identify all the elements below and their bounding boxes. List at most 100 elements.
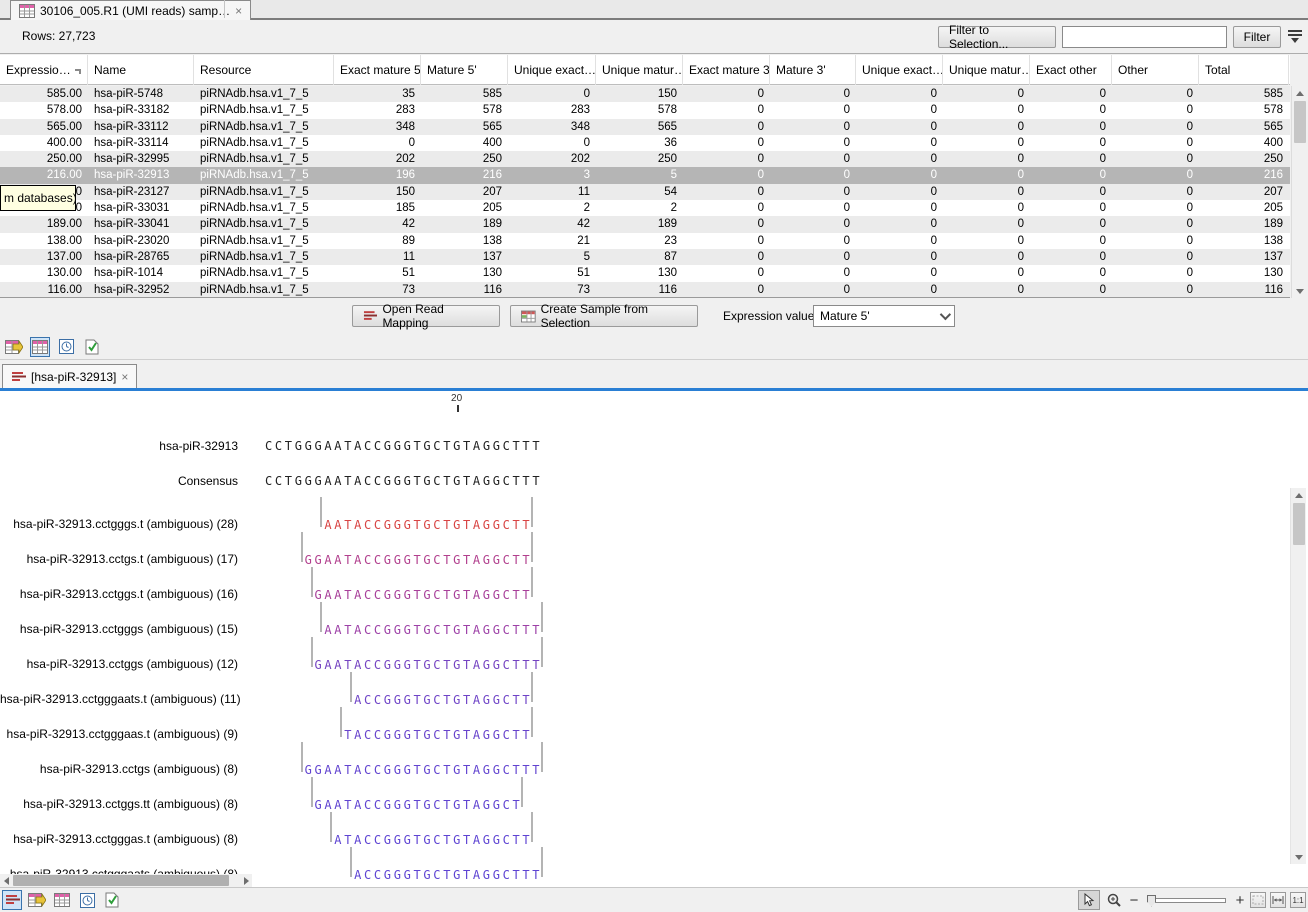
table-row[interactable]: 130.00hsa-piR-1014piRNAdb.hsa.v1_7_55113… xyxy=(0,265,1290,281)
advanced-filter-icon[interactable] xyxy=(1288,30,1302,43)
tab-read-mapping[interactable]: [hsa-piR-32913] × xyxy=(2,364,137,388)
tab-expression-table[interactable]: 30106_005.R1 (UMI reads) samp… × xyxy=(10,0,251,20)
scroll-down-icon[interactable] xyxy=(1291,850,1307,864)
column-header[interactable]: Unique exact… xyxy=(856,55,943,85)
table-row[interactable]: 216.00hsa-piR-32913piRNAdb.hsa.v1_7_5196… xyxy=(0,167,1290,183)
zoom-in-tool-icon[interactable] xyxy=(1104,890,1124,910)
mapping-vertical-scrollbar[interactable] xyxy=(1290,488,1306,864)
close-icon[interactable]: × xyxy=(121,370,128,384)
table-cell: 73 xyxy=(334,282,421,298)
zoom-out-icon[interactable]: − xyxy=(1128,892,1140,909)
table-row[interactable]: 207.00hsa-piR-23127piRNAdb.hsa.v1_7_5150… xyxy=(0,184,1290,200)
read-row[interactable]: hsa-piR-32913.cctggs.tt (ambiguous) (8)G… xyxy=(0,777,1280,812)
open-table-view-icon[interactable] xyxy=(27,890,47,910)
read-label: hsa-piR-32913.cctgggs.t (ambiguous) (28) xyxy=(0,517,250,531)
table-cell: 0 xyxy=(856,249,943,265)
column-header[interactable]: Mature 3' xyxy=(770,55,856,85)
table-row[interactable]: 565.00hsa-piR-33112piRNAdb.hsa.v1_7_5348… xyxy=(0,119,1290,135)
table-row[interactable]: 585.00hsa-piR-5748piRNAdb.hsa.v1_7_53558… xyxy=(0,86,1290,102)
zoom-slider-thumb[interactable] xyxy=(1147,895,1156,907)
table-cell: 0 xyxy=(1030,184,1112,200)
column-header[interactable]: Exact mature 5' xyxy=(334,55,421,85)
table-row[interactable]: 400.00hsa-piR-33114piRNAdb.hsa.v1_7_5040… xyxy=(0,135,1290,151)
history-view-icon[interactable] xyxy=(56,337,76,357)
scroll-up-icon[interactable] xyxy=(1291,488,1307,502)
table-cell: hsa-piR-5748 xyxy=(88,86,194,102)
read-end-bar xyxy=(320,497,322,527)
read-row[interactable]: hsa-piR-32913.cctgggaas.t (ambiguous) (9… xyxy=(0,707,1280,742)
read-row[interactable]: hsa-piR-32913.cctggs (ambiguous) (12)GAA… xyxy=(0,637,1280,672)
table-cell: 0 xyxy=(856,86,943,102)
read-label: hsa-piR-32913.cctgs.t (ambiguous) (17) xyxy=(0,552,250,566)
read-row[interactable]: hsa-piR-32913.cctgggaats.t (ambiguous) (… xyxy=(0,672,1280,707)
column-header[interactable]: Exact other xyxy=(1030,55,1112,85)
scrollbar-thumb[interactable] xyxy=(1293,503,1305,545)
element-info-view-icon[interactable] xyxy=(102,890,122,910)
table-cell: 0 xyxy=(943,265,1030,281)
read-sequence: TACCGGGTGCTGTAGGCTT xyxy=(344,728,532,742)
scroll-left-icon[interactable] xyxy=(0,874,12,887)
read-mapping-view-icon[interactable] xyxy=(2,890,22,910)
table-row[interactable]: 189.00hsa-piR-33041piRNAdb.hsa.v1_7_5421… xyxy=(0,216,1290,232)
read-row[interactable]: hsa-piR-32913.cctgs (ambiguous) (8)GGAAT… xyxy=(0,742,1280,777)
history-view-icon[interactable] xyxy=(77,890,97,910)
read-row[interactable]: hsa-piR-32913.cctgggas.t (ambiguous) (8)… xyxy=(0,812,1280,847)
filter-to-selection-button[interactable]: Filter to Selection... xyxy=(938,26,1056,48)
filter-input[interactable] xyxy=(1062,26,1227,48)
column-header[interactable]: Resource xyxy=(194,55,334,85)
column-header[interactable]: Unique exact… xyxy=(508,55,596,85)
open-table-view-icon[interactable] xyxy=(4,337,24,357)
rows-count-label: Rows: 27,723 xyxy=(22,29,95,43)
scrollbar-thumb[interactable] xyxy=(13,875,229,886)
table-row[interactable]: 116.00hsa-piR-32952piRNAdb.hsa.v1_7_5731… xyxy=(0,282,1290,298)
reference-row[interactable]: hsa-piR-32913 CCTGGGAATACCGGGTGCTGTAGGCT… xyxy=(0,439,1280,455)
table-cell: 0 xyxy=(856,216,943,232)
scroll-up-icon[interactable] xyxy=(1292,86,1308,100)
sort-descending-icon xyxy=(75,69,81,74)
element-info-view-icon[interactable] xyxy=(82,337,102,357)
pointer-tool-icon[interactable] xyxy=(1078,890,1100,910)
scroll-right-icon[interactable] xyxy=(240,874,252,887)
read-end-bar xyxy=(340,707,342,737)
scroll-down-icon[interactable] xyxy=(1292,284,1308,298)
read-label: hsa-piR-32913.cctggs.t (ambiguous) (16) xyxy=(0,587,250,601)
table-cell: 400 xyxy=(421,135,508,151)
read-row[interactable]: hsa-piR-32913.cctgggs.t (ambiguous) (28)… xyxy=(0,497,1280,532)
read-row[interactable]: hsa-piR-32913.cctgggs (ambiguous) (15)AA… xyxy=(0,602,1280,637)
scrollbar-thumb[interactable] xyxy=(1294,101,1306,143)
column-header[interactable]: Other xyxy=(1112,55,1199,85)
zoom-slider[interactable] xyxy=(1148,898,1226,903)
create-sample-button[interactable]: Create Sample from Selection xyxy=(510,305,698,327)
column-header[interactable]: Name xyxy=(88,55,194,85)
table-cell: piRNAdb.hsa.v1_7_5 xyxy=(194,233,334,249)
table-row[interactable]: 138.00hsa-piR-23020piRNAdb.hsa.v1_7_5891… xyxy=(0,233,1290,249)
expression-value-dropdown[interactable]: Mature 5' xyxy=(813,305,955,327)
zoom-in-icon[interactable]: + xyxy=(1234,892,1246,909)
column-header[interactable]: Total xyxy=(1199,55,1289,85)
fit-width-icon[interactable] xyxy=(1270,892,1286,908)
table-cell: 565 xyxy=(596,119,683,135)
zoom-to-selection-icon[interactable] xyxy=(1250,892,1266,908)
table-row[interactable]: 137.00hsa-piR-28765piRNAdb.hsa.v1_7_5111… xyxy=(0,249,1290,265)
table-cell: hsa-piR-28765 xyxy=(88,249,194,265)
read-row[interactable]: hsa-piR-32913.cctggs.t (ambiguous) (16)G… xyxy=(0,567,1280,602)
close-icon[interactable]: × xyxy=(235,4,242,18)
mapping-horizontal-scrollbar[interactable] xyxy=(0,874,252,887)
table-row[interactable]: 205.00hsa-piR-33031piRNAdb.hsa.v1_7_5185… xyxy=(0,200,1290,216)
table-row[interactable]: 578.00hsa-piR-33182piRNAdb.hsa.v1_7_5283… xyxy=(0,102,1290,118)
table-view-icon[interactable] xyxy=(30,337,50,357)
column-header[interactable]: Exact mature 3' xyxy=(683,55,770,85)
one-to-one-zoom-icon[interactable]: 1:1 xyxy=(1290,892,1306,908)
column-header[interactable]: Expressio… xyxy=(0,55,88,85)
table-row[interactable]: 250.00hsa-piR-32995piRNAdb.hsa.v1_7_5202… xyxy=(0,151,1290,167)
consensus-row[interactable]: Consensus CCTGGGAATACCGGGTGCTGTAGGCTTT xyxy=(0,474,1280,490)
open-read-mapping-button[interactable]: Open Read Mapping xyxy=(352,305,500,327)
read-row[interactable]: hsa-piR-32913.cctgs.t (ambiguous) (17)GG… xyxy=(0,532,1280,567)
table-vertical-scrollbar[interactable] xyxy=(1291,86,1307,298)
column-header[interactable]: Mature 5' xyxy=(421,55,508,85)
column-header[interactable]: Unique matur… xyxy=(943,55,1030,85)
column-header[interactable]: Unique matur… xyxy=(596,55,683,85)
filter-button[interactable]: Filter xyxy=(1233,26,1281,48)
table-view-icon[interactable] xyxy=(52,890,72,910)
read-end-bar xyxy=(301,742,303,772)
